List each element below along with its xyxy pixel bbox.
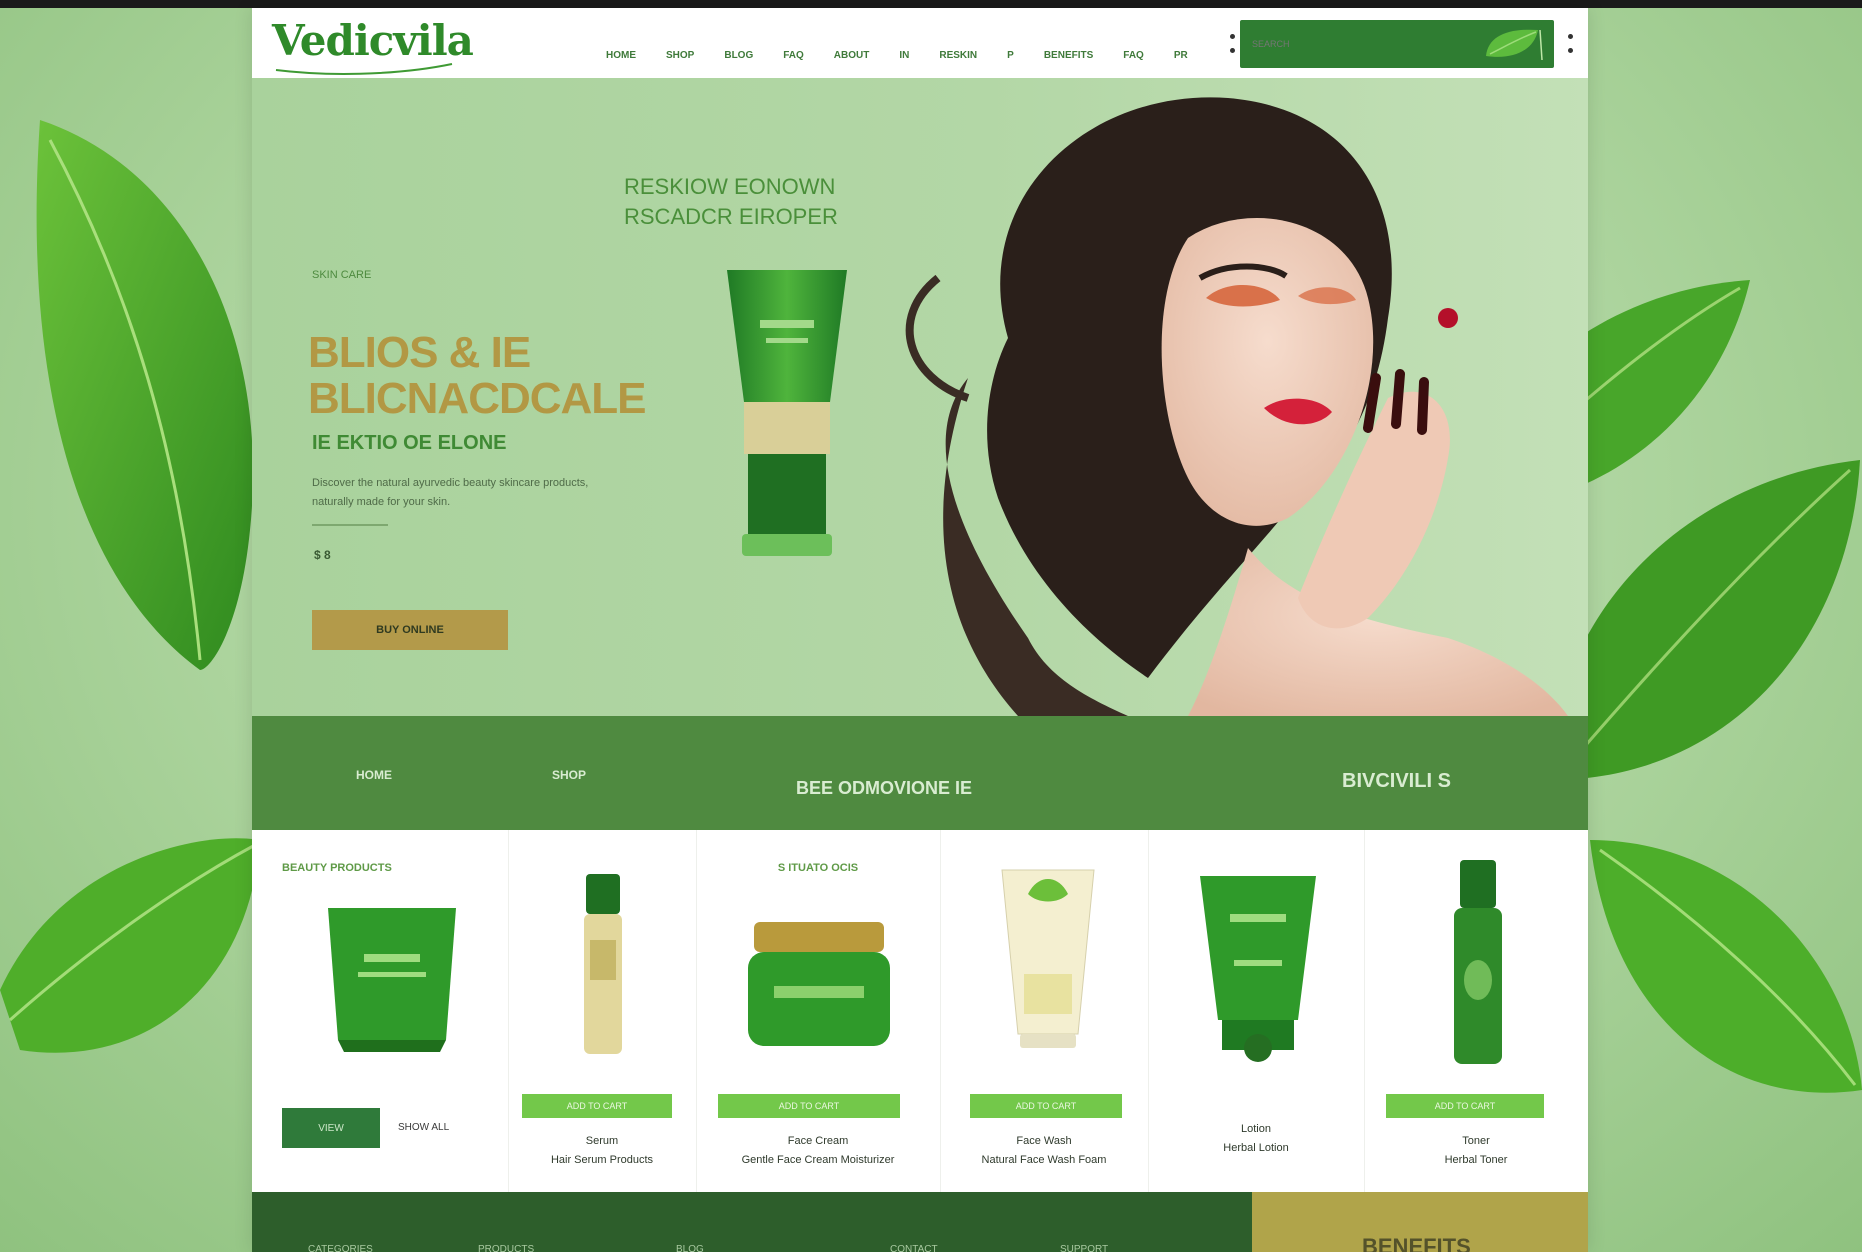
product-name: Toner Herbal Toner	[1444, 1135, 1508, 1166]
footer-highlight: BENEFITS	[1252, 1192, 1588, 1252]
lotion-tube-icon	[1200, 876, 1316, 1062]
menu-dots-icon[interactable]	[1230, 34, 1236, 60]
hero-section: SKIN CARE BLIOS & IE BLICNACDCALE IE EKT…	[252, 78, 1588, 716]
leaf-icon	[1486, 29, 1543, 61]
cream-jar-icon	[748, 922, 890, 1046]
nav-item[interactable]: IN	[899, 50, 909, 61]
hero-eyebrow: SKIN CARE	[312, 269, 372, 281]
view-button[interactable]: VIEW	[282, 1108, 380, 1148]
search-bar	[1240, 20, 1554, 68]
product-card: ADD TO CART Face Wash Natural Face Wash …	[940, 830, 1149, 1192]
product-name: Face Wash Natural Face Wash Foam	[981, 1135, 1107, 1166]
product-card: Lotion Herbal Lotion	[1148, 830, 1365, 1192]
top-strip	[0, 0, 1862, 8]
toner-bottle-icon	[1454, 860, 1502, 1064]
model-woman-image	[905, 97, 1568, 716]
main-nav: HOME SHOP BLOG FAQ ABOUT IN RESKIN P BEN…	[606, 50, 1218, 61]
hero-subtitle: IE EKTIO OE ELONE	[312, 432, 507, 454]
add-to-cart-button[interactable]: ADD TO CART	[1386, 1094, 1544, 1118]
nav-item[interactable]: SHOP	[666, 50, 694, 61]
divider	[312, 524, 388, 526]
footer-link[interactable]: SUPPORT	[1060, 1244, 1108, 1252]
product-card: BEAUTY PRODUCTS VIEW SHOW ALL	[252, 830, 509, 1192]
nav-item[interactable]: PR	[1174, 50, 1188, 61]
search-input[interactable]	[1250, 32, 1474, 56]
left-bottom-leaf-icon	[0, 838, 260, 1053]
hero-title: BLIOS & IE BLICNACDCALE	[308, 328, 647, 423]
nav-item[interactable]: FAQ	[783, 50, 804, 61]
nav-item[interactable]: HOME	[606, 50, 636, 61]
nav-item[interactable]: BLOG	[724, 50, 753, 61]
right-bottom-leaf-icon	[1590, 840, 1862, 1093]
product-card: ADD TO CART Serum Hair Serum Products	[508, 830, 697, 1192]
section-label: S ITUATO OCIS	[777, 862, 859, 874]
brand-logo[interactable]: Vedicvila	[272, 16, 474, 65]
site-header: Vedicvila HOME SHOP BLOG FAQ ABOUT IN RE…	[252, 8, 1588, 78]
nav-item[interactable]: ABOUT	[834, 50, 870, 61]
band-link[interactable]: SHOP	[552, 768, 586, 782]
section-label: BEAUTY PRODUCTS	[282, 862, 392, 874]
face-wash-tube-icon	[1001, 869, 1095, 1048]
product-pouch-icon	[328, 908, 456, 1052]
product-card: ADD TO CART Toner Herbal Toner	[1364, 830, 1588, 1192]
product-grid: BEAUTY PRODUCTS VIEW SHOW ALL ADD TO CAR…	[252, 830, 1588, 1192]
category-band: HOME SHOP BEE ODMOVIONE IE BIVCIVILI S	[252, 716, 1588, 830]
band-brand: BIVCIVILI S	[1342, 770, 1451, 792]
band-heading: BEE ODMOVIONE IE	[796, 778, 973, 798]
cart-dots-icon[interactable]	[1568, 34, 1574, 60]
nav-item[interactable]: RESKIN	[939, 50, 977, 61]
buy-online-button[interactable]: BUY ONLINE	[312, 610, 508, 650]
footer-link[interactable]: CONTACT	[890, 1244, 938, 1252]
hero-price: $ 8	[314, 548, 331, 562]
product-name: Serum Hair Serum Products	[550, 1135, 654, 1166]
left-top-leaf-icon	[36, 120, 254, 670]
website-frame: Vedicvila HOME SHOP BLOG FAQ ABOUT IN RE…	[252, 8, 1588, 1252]
nav-item[interactable]: BENEFITS	[1044, 50, 1093, 61]
band-link[interactable]: HOME	[356, 768, 392, 782]
footer-link[interactable]: PRODUCTS	[478, 1244, 534, 1252]
product-card: S ITUATO OCIS ADD TO CART Face Cream Gen…	[696, 830, 941, 1192]
add-to-cart-button[interactable]: ADD TO CART	[718, 1094, 900, 1118]
serum-bottle-icon	[584, 874, 622, 1054]
nav-item[interactable]: P	[1007, 50, 1014, 61]
add-to-cart-button[interactable]: ADD TO CART	[522, 1094, 672, 1118]
hero-description: Discover the natural ayurvedic beauty sk…	[312, 477, 589, 508]
logo-swoosh-icon	[275, 63, 453, 75]
footer-link[interactable]: BLOG	[676, 1244, 704, 1252]
product-name: Lotion Herbal Lotion	[1223, 1123, 1289, 1154]
show-all-link[interactable]: SHOW ALL	[398, 1122, 449, 1133]
nav-item[interactable]: FAQ	[1123, 50, 1144, 61]
product-name: Face Cream Gentle Face Cream Moisturizer	[741, 1135, 895, 1166]
add-to-cart-button[interactable]: ADD TO CART	[970, 1094, 1122, 1118]
footer-highlight-text: BENEFITS	[1362, 1234, 1471, 1252]
footer-link[interactable]: CATEGORIES	[308, 1244, 373, 1252]
